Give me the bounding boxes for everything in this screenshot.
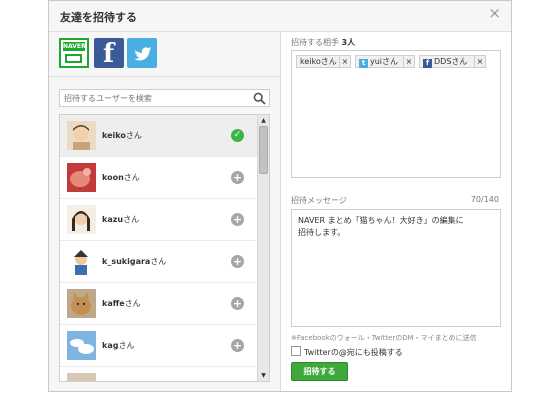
dialog-header: 友達を招待する × xyxy=(49,1,511,32)
user-name: keiko xyxy=(102,131,126,140)
user-honorific: さん xyxy=(123,215,140,224)
add-icon[interactable]: + xyxy=(231,339,244,352)
scroll-thumb[interactable] xyxy=(259,126,268,174)
user-avatar xyxy=(67,373,96,381)
user-name: k_sukigara xyxy=(102,257,151,266)
user-row[interactable]: kagさん + xyxy=(60,325,257,367)
twitter-mention-label: Twitterの@宛にも投稿する xyxy=(304,348,403,357)
invite-dialog: 友達を招待する × NAVER f 招待するユーザーを検索 keikoさん ✓ … xyxy=(48,0,512,392)
close-button[interactable]: × xyxy=(488,6,501,21)
recipient-tag: keikoさん × xyxy=(296,55,351,68)
remove-recipient-button[interactable]: × xyxy=(403,56,414,67)
user-name: kag xyxy=(102,341,119,350)
user-avatar xyxy=(67,121,96,150)
naver-logo-label: NAVER xyxy=(63,42,86,51)
recipient-name: DDSさん xyxy=(434,57,468,66)
user-avatar xyxy=(67,163,96,192)
message-textarea[interactable]: NAVER まとめ「猫ちゃん！大好き」の編集に 招待します。 xyxy=(291,209,501,327)
twitter-mention-option[interactable]: Twitterの@宛にも投稿する xyxy=(291,346,403,358)
add-icon[interactable]: + xyxy=(231,297,244,310)
check-icon[interactable]: ✓ xyxy=(231,129,244,142)
remove-recipient-button[interactable]: × xyxy=(474,56,485,67)
user-search xyxy=(59,89,270,107)
facebook-icon: f xyxy=(423,59,432,68)
recipient-name: yuiさん xyxy=(370,57,399,66)
message-char-counter: 70/140 xyxy=(470,195,499,204)
recipient-name: keikoさん xyxy=(300,57,337,66)
user-honorific: さん xyxy=(150,257,167,266)
user-name: kaffe xyxy=(102,299,125,308)
recipient-tag: t yuiさん × xyxy=(355,55,415,68)
user-name: kazu xyxy=(102,215,124,224)
facebook-service-button[interactable]: f xyxy=(94,38,124,69)
add-icon[interactable]: + xyxy=(231,255,244,268)
panel-divider xyxy=(49,76,280,77)
twitter-icon xyxy=(134,47,152,61)
remove-recipient-button[interactable]: × xyxy=(339,56,350,67)
user-avatar xyxy=(67,247,96,276)
twitter-service-button[interactable] xyxy=(127,38,157,68)
user-avatar xyxy=(67,289,96,318)
invite-submit-button[interactable]: 招待する xyxy=(291,362,348,381)
search-input[interactable] xyxy=(64,92,244,104)
user-honorific: さん xyxy=(125,131,142,140)
user-name: koon xyxy=(102,173,124,182)
user-row[interactable]: kazuさん + xyxy=(60,199,257,241)
user-row[interactable]: koonさん + xyxy=(60,157,257,199)
user-honorific: さん xyxy=(124,299,141,308)
add-icon[interactable]: + xyxy=(231,213,244,226)
naver-icon xyxy=(65,54,82,63)
dialog-title: 友達を招待する xyxy=(60,11,137,24)
twitter-mention-checkbox[interactable] xyxy=(291,346,301,356)
recipients-box[interactable]: keikoさん × t yuiさん × f DDSさん × xyxy=(291,50,501,178)
recipients-label: 招待する相手 xyxy=(291,38,339,47)
recipients-count: 3人 xyxy=(341,38,356,47)
add-icon[interactable]: + xyxy=(231,171,244,184)
add-icon[interactable]: + xyxy=(231,381,244,382)
user-avatar xyxy=(67,205,96,234)
scroll-up-icon[interactable]: ▲ xyxy=(259,116,268,125)
facebook-icon: f xyxy=(103,39,115,69)
user-row[interactable]: kaffeさん + xyxy=(60,283,257,325)
naver-service-button[interactable]: NAVER xyxy=(59,38,89,68)
search-icon[interactable] xyxy=(253,92,266,105)
user-honorific: さん xyxy=(123,173,140,182)
user-avatar xyxy=(67,331,96,360)
user-row[interactable]: keikoさん ✓ xyxy=(60,115,257,157)
invite-form-panel: 招待する相手 3人 keikoさん × t yuiさん × f DDSさん × 招待… xyxy=(281,32,511,391)
recipient-tag: f DDSさん × xyxy=(419,55,486,68)
user-list: keikoさん ✓ koonさん + kazuさん + k_sukigaraさん… xyxy=(59,114,270,382)
friend-picker-panel: NAVER f k xyxy=(49,32,281,391)
user-honorific: さん xyxy=(118,341,135,350)
twitter-icon: t xyxy=(359,59,368,68)
user-list-scrollbar[interactable]: ▲ ▼ xyxy=(257,115,269,381)
send-destination-note: ※Facebookのウォール・TwitterのDM・マイまとめに送信 xyxy=(291,334,477,342)
message-label: 招待メッセージ xyxy=(291,196,347,205)
user-row[interactable]: + xyxy=(60,367,257,382)
scroll-down-icon[interactable]: ▼ xyxy=(259,371,268,380)
user-row[interactable]: k_sukigaraさん + xyxy=(60,241,257,283)
